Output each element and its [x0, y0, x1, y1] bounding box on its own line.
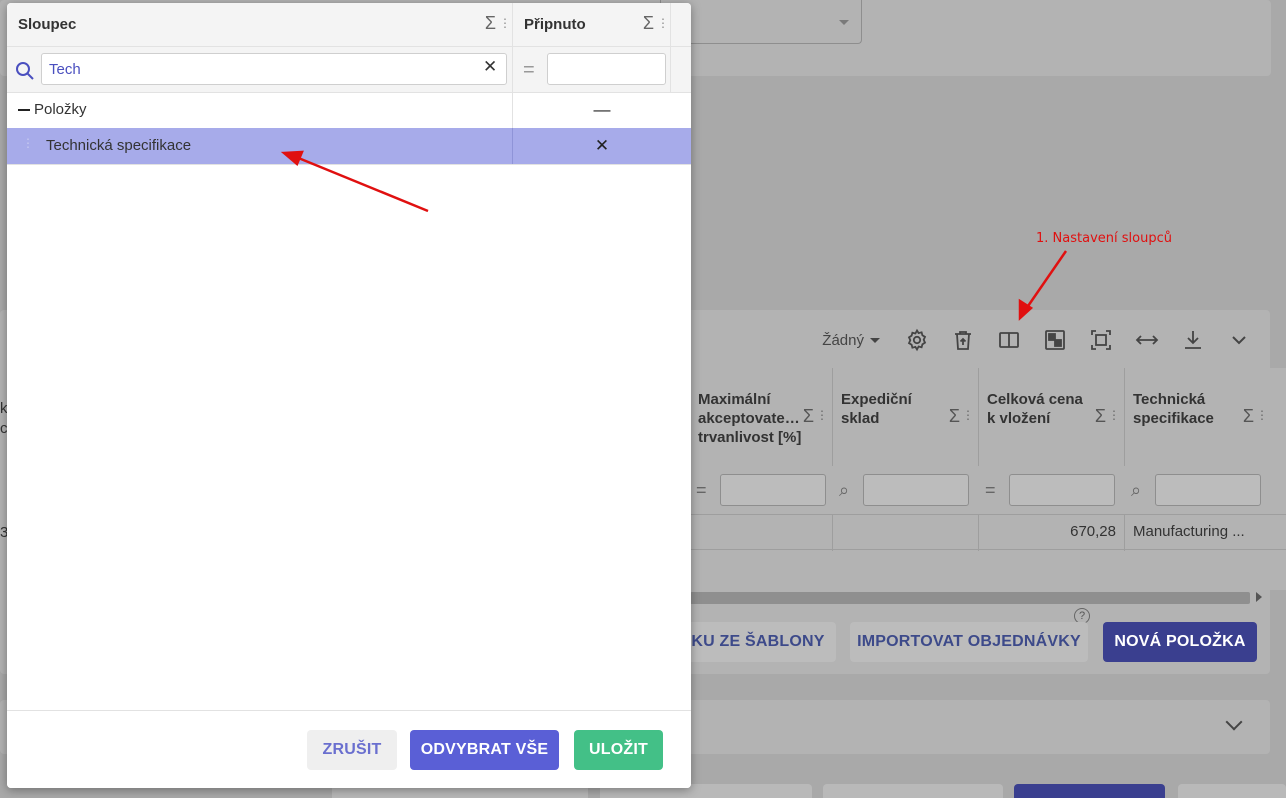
cancel-button[interactable]: ZRUŠIT — [307, 730, 397, 770]
pinned-cell[interactable]: ✕ — [512, 128, 691, 164]
search-icon: ⌕ — [839, 480, 850, 500]
grid-header-label: Celková cena k vložení — [987, 391, 1083, 427]
dialog-footer: ZRUŠIT ODVYBRAT VŠE ULOŽIT — [7, 710, 691, 788]
fit-screen-icon[interactable] — [1078, 320, 1124, 360]
columns-icon[interactable] — [986, 320, 1032, 360]
list-item-group[interactable]: Položky — — [7, 92, 691, 129]
sigma-icon[interactable]: Σ — [1095, 406, 1106, 427]
column-header-column[interactable]: Sloupec Σ ⋮ — [7, 3, 513, 46]
table-cell: Manufacturing ... — [1133, 523, 1245, 540]
sigma-icon[interactable]: Σ — [643, 13, 654, 34]
filter-input[interactable] — [720, 474, 826, 506]
data-grid: Maximální akceptovate… trvanlivost [%] Σ… — [690, 368, 1286, 590]
pinned-cell[interactable]: — — [512, 92, 691, 128]
table-cell — [690, 515, 833, 551]
footer-button[interactable] — [823, 784, 1003, 798]
grid-header-total-price[interactable]: Celková cena k vložení Σ ⋮ = — [979, 368, 1125, 506]
horizontal-scrollbar[interactable] — [690, 592, 1250, 604]
footer-primary-button[interactable] — [1014, 784, 1165, 798]
column-search-input[interactable] — [41, 53, 507, 85]
new-item-button[interactable]: NOVÁ POLOŽKA — [1103, 622, 1257, 662]
group-icon[interactable] — [1032, 320, 1078, 360]
list-item-label: Technická specifikace — [46, 137, 192, 154]
equals-icon: = — [523, 59, 535, 81]
drag-handle-icon[interactable]: ⋮ — [22, 136, 34, 156]
gear-icon[interactable] — [894, 320, 940, 360]
column-settings-dialog: Sloupec Σ ⋮ Připnuto Σ ⋮ ✕ = Položky — ⋮… — [7, 3, 691, 788]
grid-header-max-acceptance[interactable]: Maximální akceptovate… trvanlivost [%] Σ… — [690, 368, 833, 506]
kebab-icon[interactable]: ⋮ — [962, 408, 974, 422]
dialog-header: Sloupec Σ ⋮ Připnuto Σ ⋮ — [7, 3, 691, 47]
column-header-pinned[interactable]: Připnuto Σ ⋮ — [513, 3, 671, 46]
grid-toolbar: Žádný — [690, 312, 1276, 368]
collapse-icon[interactable] — [18, 109, 30, 111]
table-cell — [833, 515, 979, 551]
pinned-filter-input[interactable] — [547, 53, 666, 85]
search-icon — [16, 62, 34, 80]
kebab-icon[interactable]: ⋮ — [657, 16, 669, 30]
list-item-label: Položky — [34, 101, 87, 118]
trash-restore-icon[interactable] — [940, 320, 986, 360]
save-button[interactable]: ULOŽIT — [574, 730, 663, 770]
filter-input[interactable] — [1155, 474, 1261, 506]
grid-header-label: Technická specifikace — [1133, 391, 1214, 427]
view-dropdown-label: Žádný — [822, 331, 864, 349]
column-divider — [512, 47, 513, 92]
table-cell: 670,28 — [979, 515, 1125, 551]
list-item-selected[interactable]: ⋮ Technická specifikace ✕ — [7, 128, 691, 165]
sigma-icon[interactable]: Σ — [949, 406, 960, 427]
arrows-horizontal-icon[interactable] — [1124, 320, 1170, 360]
chevron-down-icon[interactable] — [1216, 320, 1262, 360]
view-dropdown[interactable]: Žádný — [822, 332, 880, 349]
column-divider — [670, 47, 671, 92]
filter-input[interactable] — [863, 474, 969, 506]
kebab-icon[interactable]: ⋮ — [816, 408, 828, 422]
search-icon: ⌕ — [1131, 480, 1142, 500]
filter-row: ✕ = — [7, 47, 691, 93]
scroll-right-icon[interactable] — [1256, 592, 1262, 602]
import-orders-button[interactable]: IMPORTOVAT OBJEDNÁVKY — [850, 622, 1088, 662]
download-icon[interactable] — [1170, 320, 1216, 360]
annotation-label: 1. Nastavení sloupců — [1036, 231, 1172, 246]
table-row[interactable]: 670,28 Manufacturing ... — [690, 514, 1286, 551]
column-header-label: Připnuto — [524, 16, 586, 33]
caret-down-icon — [870, 337, 880, 343]
clear-search-icon[interactable]: ✕ — [483, 57, 497, 77]
select-caret-icon — [839, 20, 849, 25]
grid-header-label: Maximální akceptovate… trvanlivost [%] — [698, 391, 802, 446]
grid-header-warehouse[interactable]: Expediční sklad Σ ⋮ ⌕ — [833, 368, 979, 506]
kebab-icon[interactable]: ⋮ — [1108, 408, 1120, 422]
sigma-icon[interactable]: Σ — [1243, 406, 1254, 427]
kebab-icon[interactable]: ⋮ — [1256, 408, 1268, 422]
equals-icon: = — [985, 480, 996, 500]
add-from-template-button[interactable]: ŽKU ZE ŠABLONY — [670, 622, 836, 662]
grid-header-tech-spec[interactable]: Technická specifikace Σ ⋮ ⌕ — [1125, 368, 1286, 506]
deselect-all-button[interactable]: ODVYBRAT VŠE — [410, 730, 559, 770]
filter-input[interactable] — [1009, 474, 1115, 506]
footer-button[interactable] — [1178, 784, 1286, 798]
column-header-label: Sloupec — [18, 16, 77, 33]
grid-header-label: Expediční sklad — [841, 391, 912, 427]
kebab-icon[interactable]: ⋮ — [499, 16, 511, 30]
sigma-icon[interactable]: Σ — [485, 13, 496, 34]
sigma-icon[interactable]: Σ — [803, 406, 814, 427]
equals-icon: = — [696, 480, 707, 500]
